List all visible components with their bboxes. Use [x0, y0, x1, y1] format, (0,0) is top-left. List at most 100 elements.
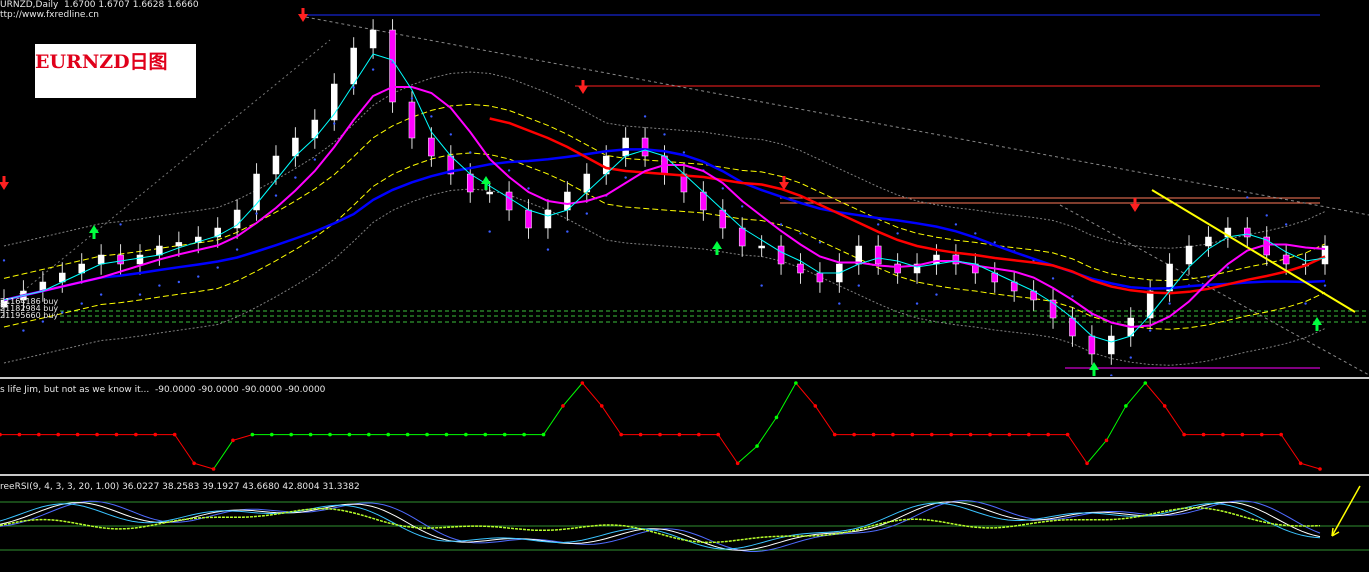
candle [564, 191, 571, 211]
candle [428, 137, 435, 157]
oscillator-dot [211, 467, 216, 471]
psar-dot [138, 293, 142, 296]
oscillator-dot [250, 432, 255, 437]
psar-dot [352, 86, 355, 89]
psar-dot [488, 230, 491, 233]
oscillator-dot [1259, 432, 1264, 437]
candle [272, 155, 280, 175]
psar-dot [313, 158, 317, 161]
candle [1244, 227, 1251, 238]
fractal-down-arrow [298, 8, 308, 22]
candle [544, 209, 552, 229]
psar-dot [818, 241, 822, 244]
psar-dot [410, 97, 414, 100]
psar-dot [974, 232, 977, 235]
oscillator-dot [735, 461, 740, 466]
oscillator-dot [425, 432, 429, 437]
price-chart-pane[interactable]: URNZD,Daily 1.6700 1.6707 1.6628 1.6660 … [0, 0, 1369, 376]
psar-dot [896, 232, 899, 235]
psar-dot [1148, 329, 1152, 332]
overlay-label-box: EURNZD日图 [35, 44, 196, 98]
pane-separator[interactable] [0, 377, 1369, 379]
oscillator-header: s life Jim, but not as we know it... -90… [0, 385, 326, 395]
oscillator-segment [601, 405, 622, 435]
psar-dot [1304, 302, 1307, 305]
oscillator-segment [174, 434, 195, 464]
psar-dot [22, 329, 25, 332]
candle [1088, 335, 1096, 355]
rsi-pane[interactable]: reeRSI(9, 4, 3, 3, 20, 1.00) 36.0227 38.… [0, 478, 1369, 572]
oscillator-segment [1067, 434, 1088, 464]
psar-dot [624, 176, 627, 179]
oscillator-dot [134, 432, 138, 437]
channel-line [1059, 204, 1369, 376]
psar-dot [585, 212, 588, 215]
candle [369, 29, 377, 49]
symbol-header: URNZD,Daily 1.6700 1.6707 1.6628 1.6660 [0, 0, 199, 10]
oscillator-dot [367, 432, 371, 437]
candle [175, 242, 183, 247]
psar-dot [80, 302, 83, 305]
oscillator-dot [580, 381, 585, 385]
psar-dot [1129, 356, 1132, 359]
candle [350, 47, 357, 85]
oscillator-dot [716, 432, 721, 437]
fractal-down-arrow [578, 80, 588, 94]
candle [738, 227, 746, 247]
oscillator-dot [638, 432, 643, 437]
psar-dot [197, 275, 200, 278]
fractal-down-arrow [1130, 198, 1140, 212]
candle [97, 254, 105, 265]
oscillator-dot [813, 404, 818, 408]
candle [894, 263, 901, 274]
oscillator-dot [75, 432, 80, 437]
oscillator-dot [1201, 432, 1206, 437]
candle [408, 101, 416, 139]
oscillator-dot [832, 432, 837, 437]
psar-dot [1265, 214, 1268, 217]
oscillator-segment [581, 382, 603, 407]
psar-dot [216, 266, 219, 269]
oscillator-dot [308, 432, 313, 437]
oscillator-dot [1240, 432, 1245, 437]
oscillator-dot [464, 432, 468, 437]
rsi-trend-line [0, 507, 1321, 544]
psar-dot [1323, 284, 1327, 287]
pane-separator[interactable] [0, 474, 1369, 476]
candle [1185, 245, 1193, 265]
candle [758, 245, 765, 249]
oscillator-dot [328, 432, 332, 437]
psar-dot [294, 176, 297, 179]
oscillator-dot [1221, 432, 1225, 437]
psar-dot [1051, 277, 1055, 280]
candle [1108, 335, 1115, 355]
oscillator-dot [1027, 432, 1031, 437]
oscillator-dot [1182, 432, 1186, 437]
oscillator-dot [269, 432, 274, 437]
oscillator-pane[interactable]: s life Jim, but not as we know it... -90… [0, 381, 1369, 473]
psar-dot [741, 205, 744, 208]
oscillator-dot [483, 432, 488, 437]
fractal-up-arrow [712, 241, 722, 255]
psar-dot [857, 284, 860, 287]
psar-dot [876, 223, 880, 226]
oscillator-dot [910, 432, 915, 437]
candle [1282, 254, 1290, 265]
oscillator-segment [776, 382, 797, 418]
oscillator-segment [193, 462, 214, 470]
psar-dot [158, 284, 161, 287]
oscillator-dot [891, 432, 895, 437]
envelope-upper [3, 103, 1326, 282]
fractal-down-arrow [0, 176, 9, 190]
bollinger-lower [3, 188, 1326, 366]
oscillator-dot [1124, 404, 1128, 408]
oscillator-dot [1046, 432, 1051, 437]
rsi-header: reeRSI(9, 4, 3, 3, 20, 1.00) 36.0227 38.… [0, 482, 360, 492]
psar-dot [1168, 302, 1171, 305]
psar-dot [1071, 295, 1074, 298]
oscillator-dot [619, 432, 623, 437]
rsi-arrow [1331, 485, 1361, 537]
psar-dot [371, 68, 375, 71]
oscillator-dot [231, 438, 235, 443]
candle [700, 191, 707, 211]
